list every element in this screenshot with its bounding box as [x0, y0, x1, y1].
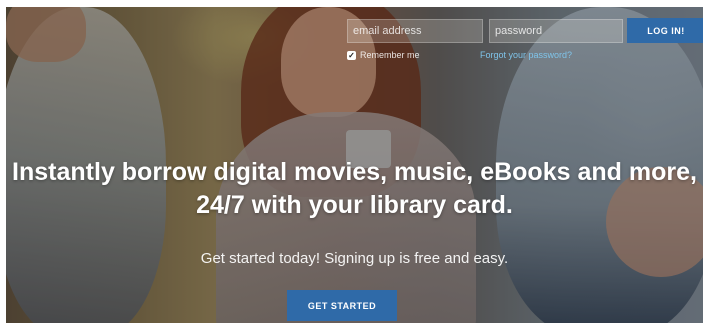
forgot-password-link[interactable]: Forgot your password?: [480, 50, 572, 60]
hero-headline: Instantly borrow digital movies, music, …: [6, 156, 703, 222]
get-started-button[interactable]: GET STARTED: [287, 290, 397, 321]
password-input[interactable]: [489, 19, 623, 43]
hero-banner: LOG IN! ✓ Remember me Forgot your passwo…: [6, 7, 703, 323]
hero-headline-line-2: 24/7 with your library card.: [196, 191, 513, 219]
email-input[interactable]: [347, 19, 483, 43]
remember-me: ✓ Remember me: [347, 50, 420, 60]
login-button[interactable]: LOG IN!: [627, 18, 703, 43]
remember-me-label: Remember me: [360, 50, 420, 60]
hero-headline-line-1: Instantly borrow digital movies, music, …: [12, 158, 697, 186]
hero-subheadline: Get started today! Signing up is free an…: [200, 250, 509, 267]
remember-me-checkbox[interactable]: ✓: [347, 50, 356, 60]
